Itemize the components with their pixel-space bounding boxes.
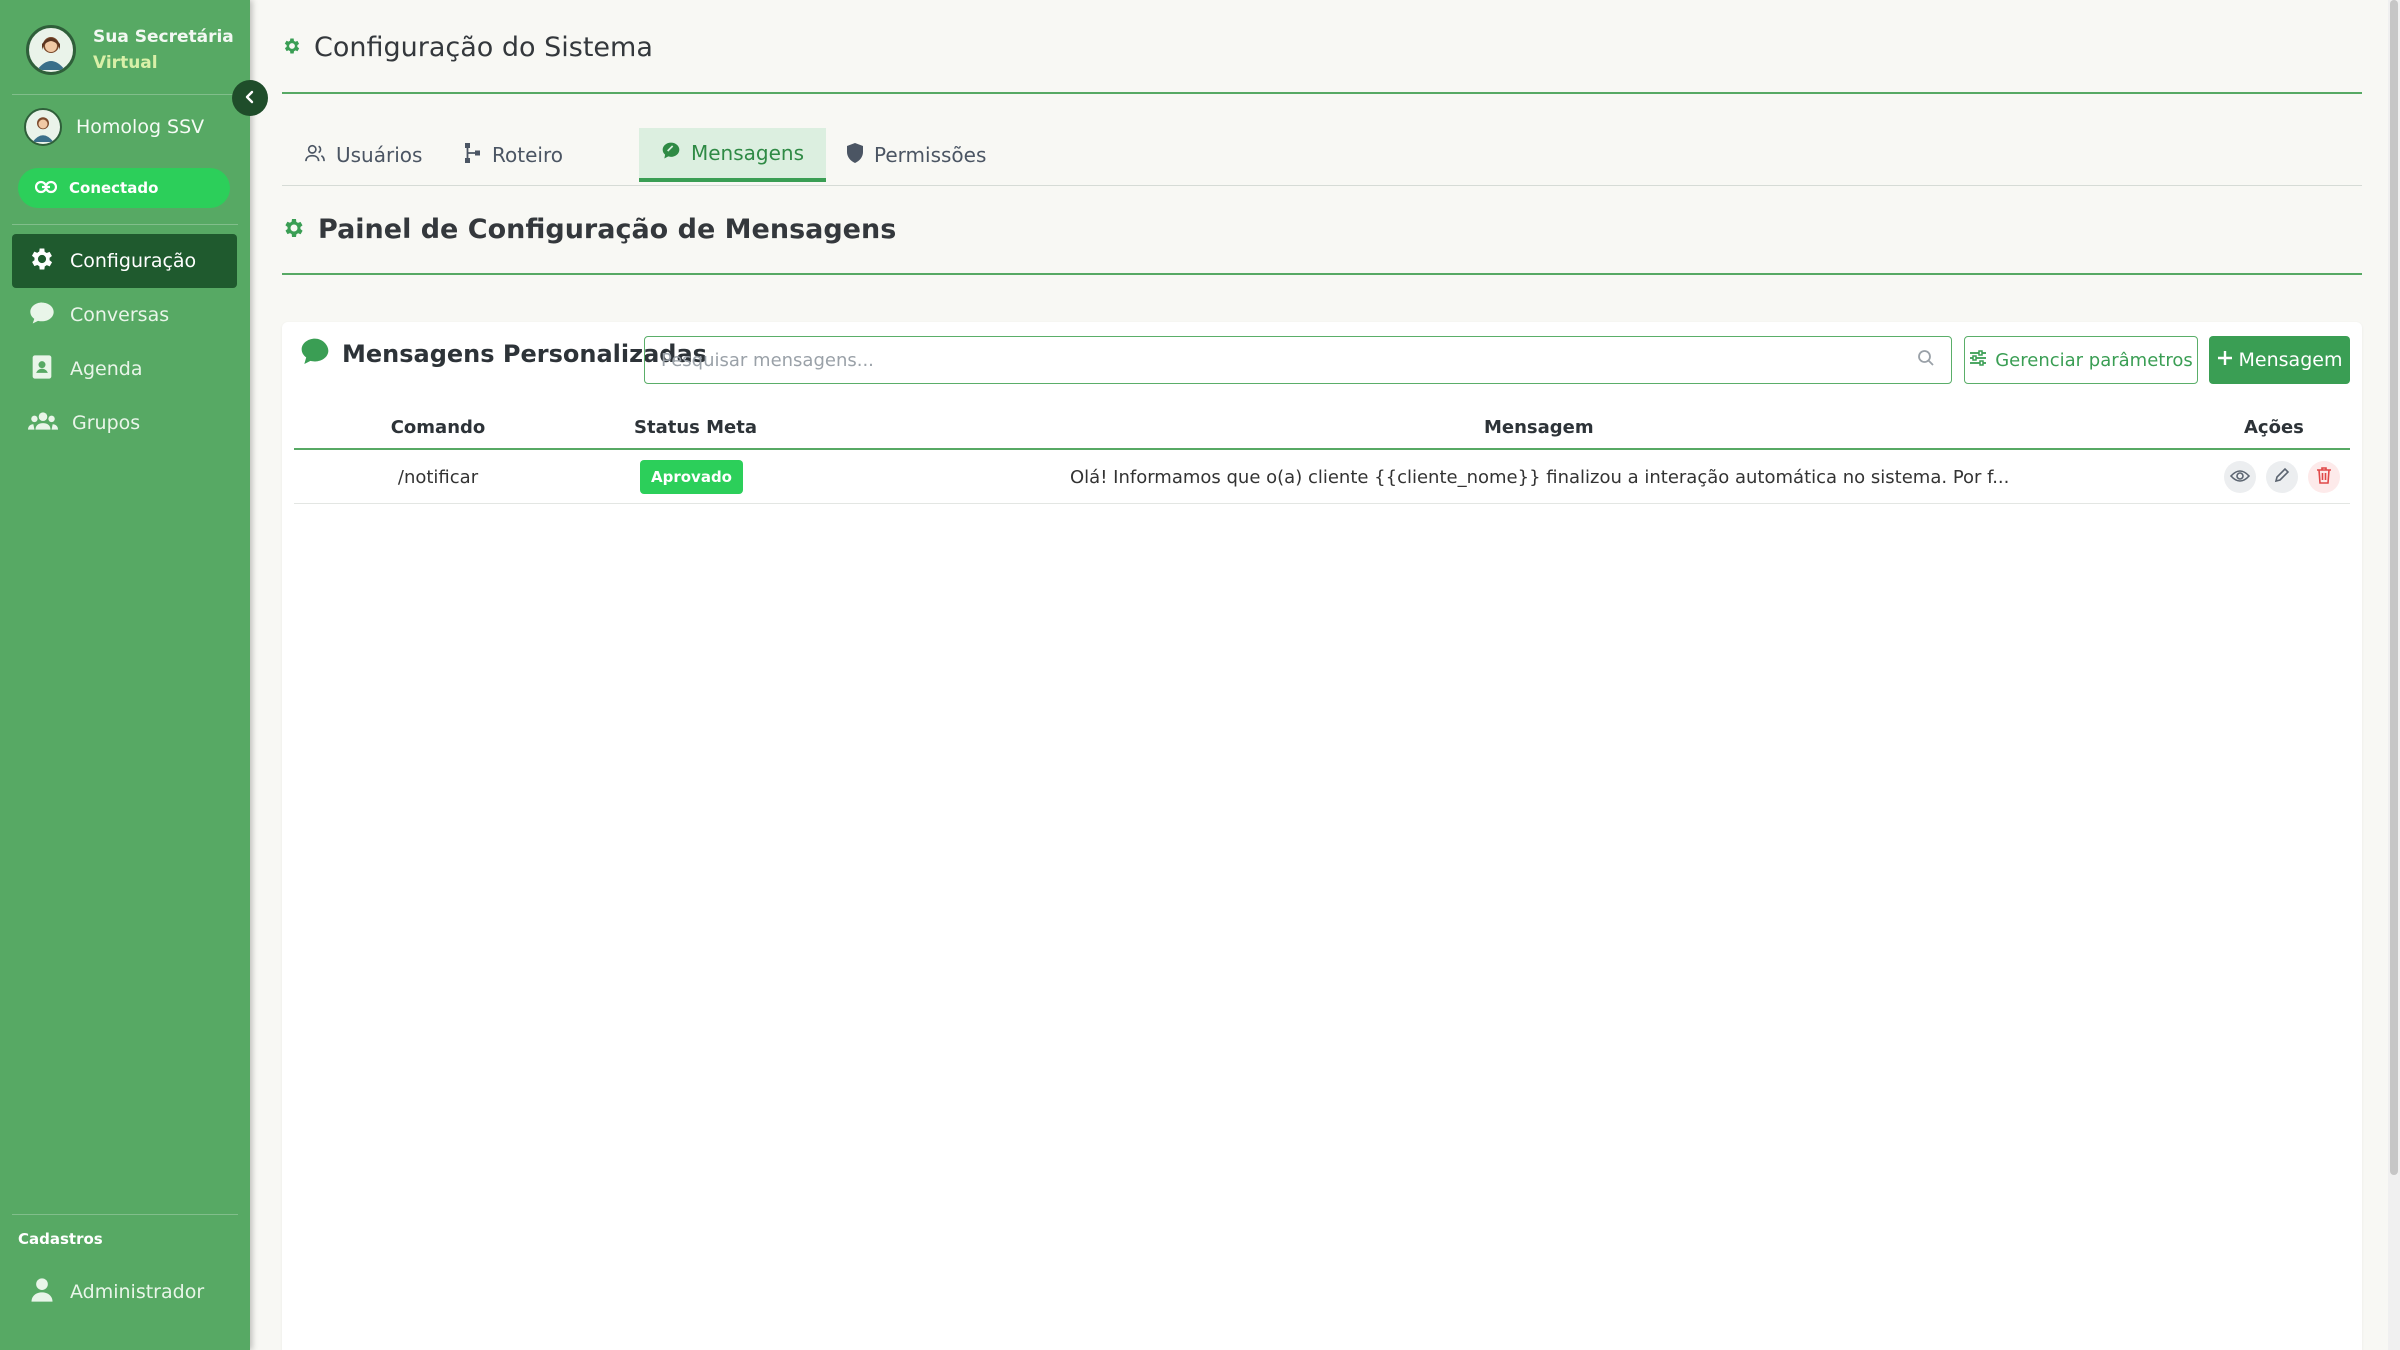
status-cell: Aprovado	[640, 450, 743, 504]
messages-card: Mensagens Personalizadas Gerenciar parâm…	[282, 322, 2362, 1350]
sidebar-divider	[12, 224, 238, 225]
page-title-text: Configuração do Sistema	[314, 32, 653, 63]
tab-label: Mensagens	[691, 141, 805, 165]
flow-icon	[464, 142, 482, 169]
messages-table: Comando Status Meta Mensagem Ações /noti…	[294, 404, 2350, 504]
sidebar-collapse-button[interactable]	[232, 80, 268, 116]
table-row[interactable]: /notificar Aprovado Olá! Informamos que …	[294, 450, 2350, 504]
brand-avatar	[26, 25, 76, 75]
users-group-icon	[28, 407, 58, 439]
chat-bubble-icon	[298, 336, 332, 372]
status-badge: Aprovado	[640, 460, 743, 494]
users-icon	[304, 143, 326, 168]
sidebar: Sua Secretária Virtual Homolog SSV Conec…	[0, 0, 250, 1350]
plus-icon	[2217, 349, 2233, 371]
delete-button[interactable]	[2308, 461, 2340, 493]
connection-status-label: Conectado	[69, 179, 159, 197]
brand-name-line1: Sua Secretária	[93, 27, 234, 47]
add-message-label: Mensagem	[2238, 349, 2343, 371]
table-header: Comando Status Meta Mensagem Ações	[294, 404, 2350, 450]
panel-title: Painel de Configuração de Mensagens	[282, 214, 896, 245]
sliders-icon	[1969, 349, 1987, 371]
title-rule	[282, 92, 2362, 94]
user-avatar	[24, 108, 62, 146]
user-name: Homolog SSV	[76, 116, 205, 138]
sidebar-item-label: Grupos	[72, 412, 141, 434]
add-message-button[interactable]: Mensagem	[2209, 336, 2350, 384]
gear-icon	[28, 245, 56, 277]
trash-icon	[2316, 466, 2332, 489]
pencil-icon	[2274, 467, 2290, 488]
actions-cell	[2219, 450, 2345, 504]
tab-roteiro[interactable]: Roteiro	[442, 128, 585, 182]
tab-permissoes[interactable]: Permissões	[824, 128, 1008, 182]
sidebar-item-label: Conversas	[70, 304, 170, 326]
tab-label: Roteiro	[492, 143, 563, 167]
sidebar-item-label: Administrador	[70, 1281, 205, 1303]
tab-label: Usuários	[336, 143, 423, 167]
connection-status-badge: Conectado	[18, 168, 230, 208]
chat-bubble-icon	[28, 299, 56, 331]
column-header-command[interactable]: Comando	[378, 404, 498, 450]
current-user[interactable]: Homolog SSV	[24, 108, 204, 146]
search-input[interactable]	[661, 349, 1917, 371]
scrollbar-thumb[interactable]	[2390, 0, 2398, 1175]
manage-parameters-label: Gerenciar parâmetros	[1995, 349, 2193, 371]
panel-rule	[282, 273, 2362, 275]
main-content: Configuração do Sistema Usuários Roteiro…	[250, 0, 2400, 1350]
tab-label: Permissões	[874, 143, 987, 167]
chevron-left-icon	[243, 89, 257, 108]
page-title: Configuração do Sistema	[282, 32, 653, 63]
contact-book-icon	[28, 353, 56, 385]
user-icon	[28, 1276, 56, 1308]
sidebar-divider	[12, 94, 238, 95]
gear-icon	[282, 216, 306, 244]
search-field[interactable]	[644, 336, 1952, 384]
link-icon	[34, 179, 58, 198]
sidebar-item-conversas[interactable]: Conversas	[12, 288, 237, 342]
section-label-cadastros: Cadastros	[18, 1230, 103, 1248]
brand-name-line2: Virtual	[93, 53, 158, 73]
message-icon	[661, 141, 681, 166]
sidebar-item-grupos[interactable]: Grupos	[12, 396, 237, 450]
brand: Sua Secretária Virtual	[26, 24, 234, 76]
panel-title-text: Painel de Configuração de Mensagens	[318, 214, 897, 245]
sidebar-item-label: Configuração	[70, 250, 197, 272]
command-cell: /notificar	[397, 466, 479, 488]
page-scrollbar[interactable]	[2388, 0, 2400, 1350]
search-icon[interactable]	[1917, 349, 1935, 371]
message-cell: Olá! Informamos que o(a) cliente {{clien…	[1070, 466, 2010, 488]
edit-button[interactable]	[2266, 461, 2298, 493]
column-header-message[interactable]: Mensagem	[1484, 404, 1594, 450]
sidebar-item-agenda[interactable]: Agenda	[12, 342, 237, 396]
eye-icon	[2229, 467, 2251, 488]
tab-usuarios[interactable]: Usuários	[282, 128, 444, 182]
shield-icon	[846, 142, 864, 169]
sidebar-item-label: Agenda	[70, 358, 143, 380]
view-button[interactable]	[2224, 461, 2256, 493]
gear-icon	[282, 36, 302, 60]
tab-mensagens[interactable]: Mensagens	[639, 128, 827, 182]
manage-parameters-button[interactable]: Gerenciar parâmetros	[1964, 336, 2198, 384]
column-header-actions: Ações	[2244, 416, 2304, 438]
sidebar-item-configuracao[interactable]: Configuração	[12, 234, 237, 288]
sidebar-divider	[12, 1214, 238, 1215]
tab-bar: Usuários Roteiro Mensagens Permissões	[282, 128, 2362, 186]
sidebar-item-administrador[interactable]: Administrador	[12, 1265, 237, 1319]
column-header-status[interactable]: Status Meta	[634, 404, 757, 450]
